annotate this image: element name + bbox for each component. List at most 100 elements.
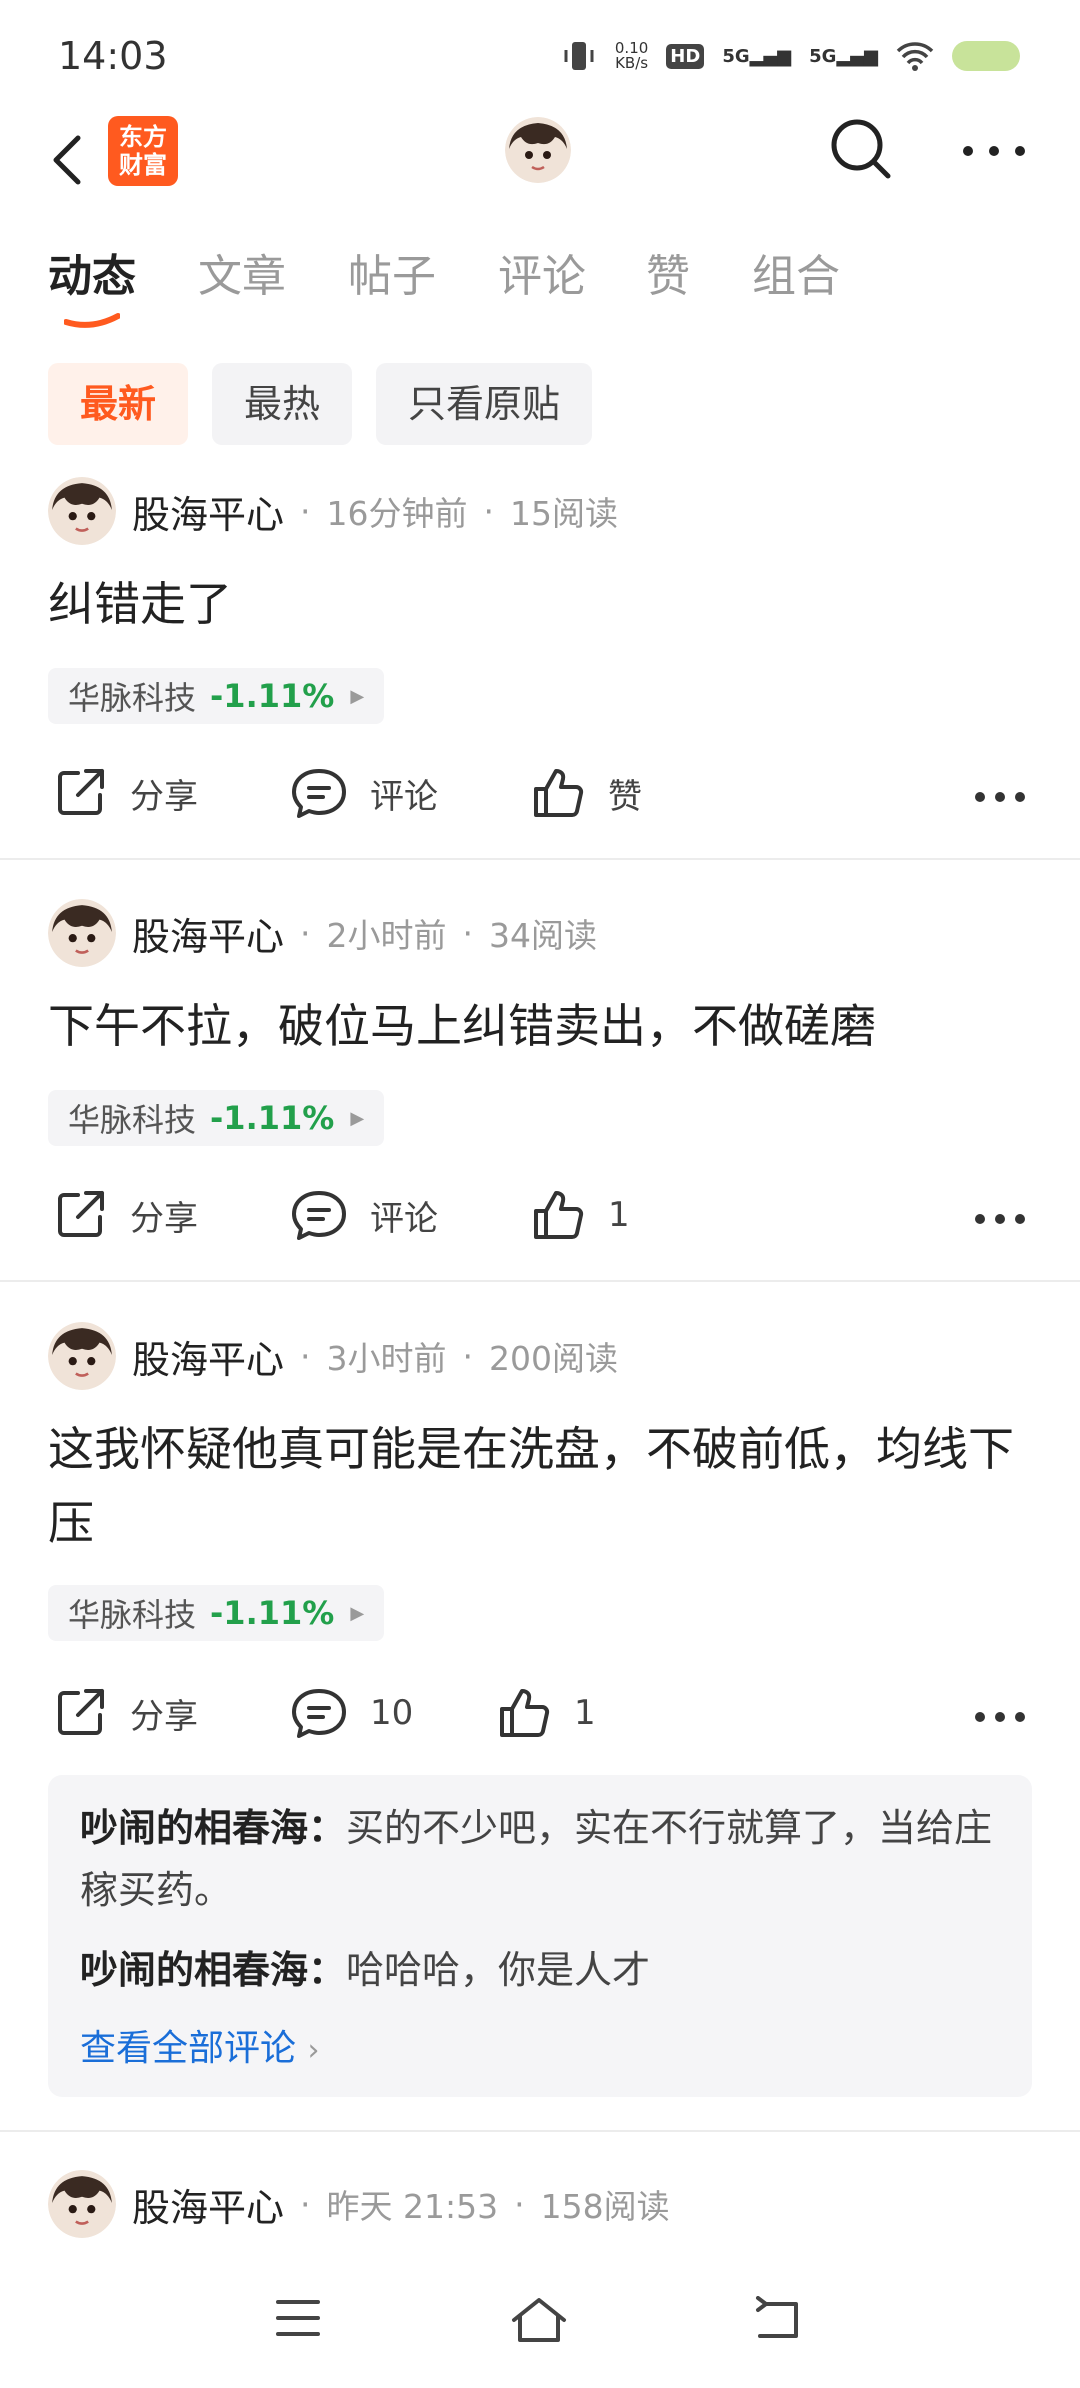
separator-dot: ·	[300, 1336, 311, 1376]
comment-button[interactable]: 评论	[290, 1187, 438, 1243]
tab-articles[interactable]: 文章	[198, 240, 286, 304]
separator-dot: ·	[300, 491, 311, 531]
post-actions: 分享 评论 1	[0, 1187, 1080, 1257]
filter-chips: 最新 最热 只看原贴	[48, 363, 593, 445]
comment-item[interactable]: 吵闹的相春海：哈哈哈，你是人才	[80, 1939, 1000, 2001]
stock-name: 华脉科技	[68, 1596, 197, 1634]
divider	[0, 858, 1080, 860]
avatar[interactable]	[48, 1322, 116, 1390]
separator-dot: ·	[483, 491, 495, 531]
author-name[interactable]: 股海平心	[132, 2177, 284, 2232]
filter-hot[interactable]: 最热	[212, 363, 353, 445]
separator-dot: ·	[462, 913, 474, 953]
like-button[interactable]: 赞	[530, 765, 642, 821]
post-actions: 分享 10 1	[0, 1685, 1080, 1755]
tab-comments[interactable]: 评论	[498, 240, 586, 304]
post-header: 股海平心 · 3小时前 · 200阅读	[48, 1320, 618, 1392]
hd-icon: HD	[666, 43, 705, 69]
tab-likes[interactable]: 赞	[646, 240, 690, 304]
vibrate-icon	[564, 42, 594, 70]
stock-tag[interactable]: 华脉科技 -1.11% ▶	[48, 668, 385, 724]
filter-latest[interactable]: 最新	[48, 363, 189, 445]
signal-icon: 5G▂▄▆	[722, 45, 792, 67]
post-actions: 分享 评论 赞	[0, 765, 1080, 835]
more-options-icon[interactable]	[974, 1707, 1026, 1727]
post-time: 昨天 21:53	[326, 2187, 499, 2226]
share-icon	[58, 1689, 104, 1735]
comment-button[interactable]: 10	[290, 1685, 413, 1741]
share-button[interactable]: 分享	[52, 1685, 198, 1741]
status-icons: 0.10 KB/s HD 5G▂▄▆ 5G▂▄▆	[561, 38, 1020, 74]
user-avatar[interactable]	[505, 117, 571, 183]
avatar[interactable]	[48, 899, 116, 967]
thumbs-up-icon	[500, 1689, 550, 1737]
comment-user[interactable]: 吵闹的相春海	[80, 1948, 308, 1992]
comment-user[interactable]: 吵闹的相春海	[80, 1806, 308, 1850]
view-all-comments-link[interactable]: 查看全部评论 ›	[80, 2019, 1000, 2071]
share-button[interactable]: 分享	[52, 765, 198, 821]
stock-name: 华脉科技	[68, 1101, 197, 1139]
app-logo: 东方 财富	[108, 116, 178, 186]
comment-item[interactable]: 吵闹的相春海：买的不少吧，实在不行就算了，当给庄稼买药。	[80, 1797, 1000, 1921]
wifi-icon	[896, 42, 934, 71]
avatar[interactable]	[48, 477, 116, 545]
search-icon[interactable]	[826, 114, 896, 184]
tab-dongtai[interactable]: 动态	[48, 240, 136, 304]
stock-name: 华脉科技	[68, 679, 197, 717]
comment-icon	[292, 769, 346, 818]
chevron-right-icon: ›	[307, 2033, 320, 2068]
stock-change: -1.11%	[210, 1099, 335, 1137]
separator-dot: ·	[462, 1336, 474, 1376]
comment-button[interactable]: 评论	[290, 765, 438, 821]
like-button[interactable]: 1	[496, 1685, 596, 1741]
menu-icon[interactable]	[274, 2296, 322, 2340]
post-header: 股海平心 · 2小时前 · 34阅读	[48, 897, 597, 969]
post-header: 股海平心 · 16分钟前 · 15阅读	[48, 475, 618, 547]
author-name[interactable]: 股海平心	[132, 484, 284, 539]
stock-tag[interactable]: 华脉科技 -1.11% ▶	[48, 1090, 385, 1146]
stock-tag[interactable]: 华脉科技 -1.11% ▶	[48, 1585, 385, 1641]
play-arrow-icon: ▶	[350, 1602, 365, 1624]
post-content[interactable]: 下午不拉，破位马上纠错卖出，不做磋磨	[48, 989, 1038, 1063]
tab-indicator	[64, 313, 120, 328]
separator-dot: ·	[300, 913, 311, 953]
share-button[interactable]: 分享	[52, 1187, 198, 1243]
play-arrow-icon: ▶	[350, 685, 365, 707]
stock-change: -1.11%	[210, 1594, 335, 1632]
tab-posts[interactable]: 帖子	[348, 240, 436, 304]
app-bar: 东方 财富	[0, 110, 1080, 230]
read-count: 15阅读	[510, 494, 619, 533]
like-button[interactable]: 1	[530, 1187, 630, 1243]
play-arrow-icon: ▶	[350, 1107, 365, 1129]
avatar[interactable]	[48, 2170, 116, 2238]
comment-icon	[292, 1191, 346, 1240]
share-icon	[58, 769, 104, 815]
author-name[interactable]: 股海平心	[132, 906, 284, 961]
divider	[0, 1280, 1080, 1282]
back-icon[interactable]	[44, 124, 92, 196]
post-time: 2小时前	[326, 916, 447, 955]
thumbs-up-icon	[534, 769, 584, 817]
separator-dot: ·	[300, 2184, 311, 2224]
post-time: 3小时前	[326, 1339, 447, 1378]
status-time: 14:03	[58, 34, 168, 78]
separator-dot: ·	[514, 2184, 525, 2224]
back-nav-icon[interactable]	[752, 2296, 802, 2342]
post-time: 16分钟前	[326, 494, 468, 533]
post-content[interactable]: 这我怀疑他真可能是在洗盘，不破前低，均线下压	[48, 1412, 1038, 1560]
net-speed: 0.10 KB/s	[614, 39, 649, 72]
battery-icon	[952, 41, 1020, 71]
read-count: 34阅读	[489, 916, 598, 955]
post-content[interactable]: 纠错走了	[48, 567, 1038, 641]
system-nav-bar	[0, 2260, 1080, 2388]
share-icon	[58, 1191, 104, 1237]
home-icon[interactable]	[510, 2296, 568, 2344]
tab-portfolio[interactable]: 组合	[752, 240, 840, 304]
more-options-icon[interactable]	[974, 787, 1026, 807]
thumbs-up-icon	[534, 1191, 584, 1239]
more-options-icon[interactable]	[974, 1209, 1026, 1229]
filter-original-only[interactable]: 只看原贴	[376, 363, 593, 445]
signal-icon-2: 5G▂▄▆	[809, 45, 878, 67]
author-name[interactable]: 股海平心	[132, 1329, 284, 1384]
more-icon[interactable]	[960, 136, 1028, 166]
